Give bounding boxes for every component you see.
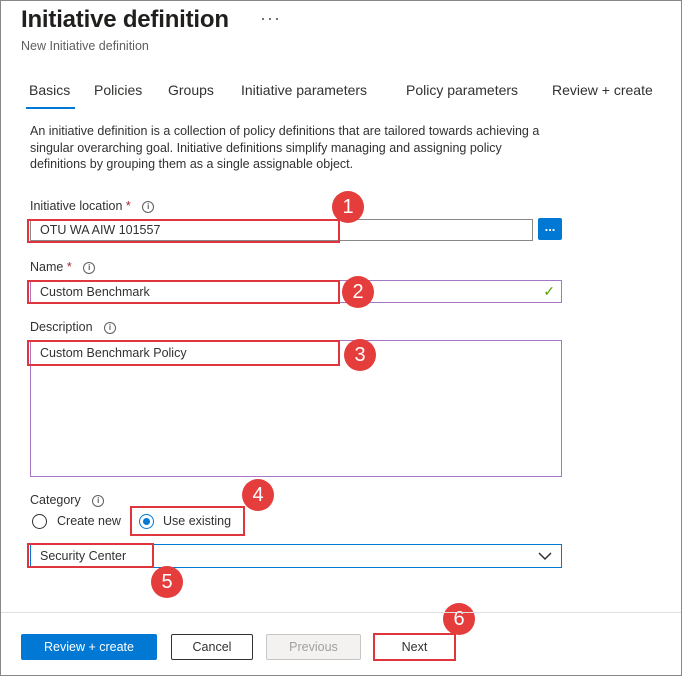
tab-initiative-parameters[interactable]: Initiative parameters: [241, 82, 367, 98]
highlight-location: [27, 219, 340, 243]
location-label: Initiative location * i: [30, 199, 155, 213]
tab-policy-parameters[interactable]: Policy parameters: [406, 82, 518, 98]
highlight-description: [27, 340, 340, 366]
highlight-use-existing: [130, 506, 245, 536]
page-title: Initiative definition: [21, 6, 229, 33]
required-marker: *: [125, 199, 131, 213]
info-icon[interactable]: i: [83, 262, 96, 274]
info-icon[interactable]: i: [142, 201, 155, 213]
name-label: Name * i: [30, 260, 96, 274]
more-options-icon[interactable]: ···: [260, 8, 281, 29]
info-icon[interactable]: i: [104, 322, 117, 334]
tab-policies[interactable]: Policies: [94, 82, 142, 98]
step-badge-4: 4: [242, 479, 274, 511]
step-badge-5: 5: [151, 566, 183, 598]
step-badge-1: 1: [332, 191, 364, 223]
description-label: Description i: [30, 320, 117, 334]
required-marker: *: [66, 260, 72, 274]
chevron-down-icon: [538, 552, 552, 561]
next-button[interactable]: Next: [375, 635, 454, 659]
tab-groups[interactable]: Groups: [168, 82, 214, 98]
step-badge-3: 3: [344, 339, 376, 371]
cancel-button[interactable]: Cancel: [171, 634, 253, 660]
category-label: Category i: [30, 493, 105, 507]
valid-check-icon: ✓: [543, 283, 555, 299]
previous-button[interactable]: Previous: [266, 634, 361, 660]
blade-frame: [0, 0, 682, 676]
browse-location-button[interactable]: ...: [538, 218, 562, 240]
highlight-name: [27, 280, 340, 304]
step-badge-6: 6: [443, 603, 475, 635]
highlight-category: [27, 543, 154, 568]
tab-basics[interactable]: Basics: [29, 82, 70, 98]
footer-divider: [1, 612, 681, 613]
info-icon[interactable]: i: [92, 495, 105, 507]
radio-create-new[interactable]: [32, 514, 47, 529]
page-subtitle: New Initiative definition: [21, 39, 149, 53]
radio-create-new-label[interactable]: Create new: [57, 514, 121, 528]
step-badge-2: 2: [342, 276, 374, 308]
review-create-button[interactable]: Review + create: [21, 634, 157, 660]
tab-review-create[interactable]: Review + create: [552, 82, 653, 98]
intro-description: An initiative definition is a collection…: [30, 124, 540, 171]
active-tab-indicator: [26, 107, 75, 109]
